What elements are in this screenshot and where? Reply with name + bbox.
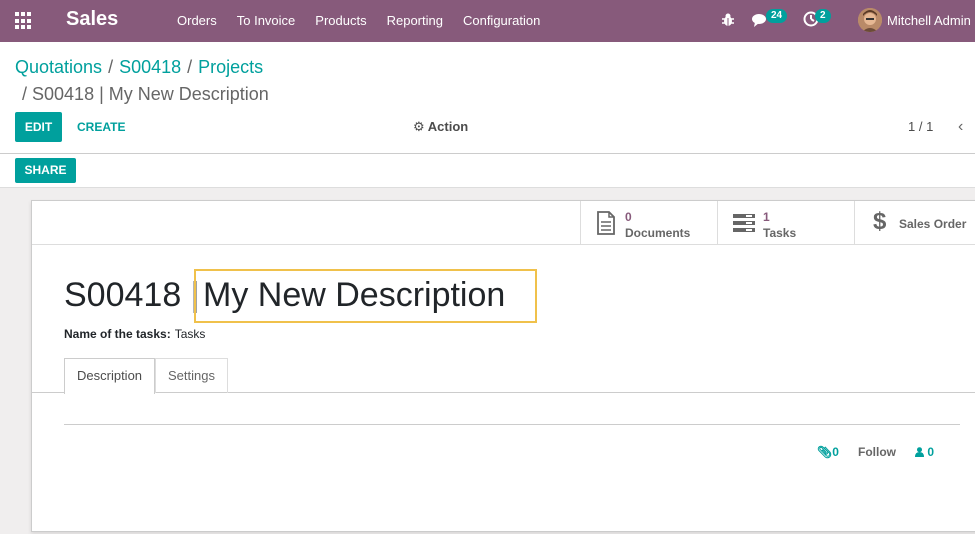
paperclip-icon: 📎︎ <box>817 445 833 459</box>
breadcrumb-quotations[interactable]: Quotations <box>15 57 102 77</box>
tasks-count: 1 <box>763 210 770 224</box>
control-panel: Quotations / S00418/Projects / S00418 | My… <box>0 42 975 154</box>
menu-item-reporting[interactable]: Reporting <box>377 0 453 42</box>
document-icon <box>597 211 615 235</box>
gear-icon: ⚙ <box>413 119 425 134</box>
action-menu-button[interactable]: ⚙ Action <box>413 112 468 142</box>
followers-count: 0 <box>927 445 935 459</box>
top-navbar: Sales Orders To Invoice Products Reporti… <box>0 0 975 42</box>
create-button[interactable]: CREATE <box>77 112 125 142</box>
menu-item-configuration[interactable]: Configuration <box>453 0 550 42</box>
breadcrumb-separator: / <box>22 84 33 104</box>
breadcrumb-order[interactable]: S00418 <box>119 57 181 77</box>
documents-stat-button[interactable]: 0 Documents <box>580 201 717 245</box>
breadcrumb-current-row: / S00418 | My New Description <box>22 84 269 105</box>
edit-button[interactable]: EDIT <box>15 112 62 142</box>
breadcrumb-current: S00418 | My New Description <box>32 84 269 104</box>
tab-description[interactable]: Description <box>64 358 156 394</box>
breadcrumb-separator: / <box>187 57 193 77</box>
bug-icon[interactable] <box>720 12 736 28</box>
breadcrumb-separator: / <box>108 57 114 77</box>
tab-settings[interactable]: Settings <box>155 358 228 393</box>
main-menu: Orders To Invoice Products Reporting Con… <box>167 0 550 42</box>
attachments-button[interactable]: 📎︎0 <box>817 445 839 459</box>
menu-item-orders[interactable]: Orders <box>167 0 227 42</box>
documents-count: 0 <box>625 210 632 224</box>
followers-button[interactable]: 0 <box>915 445 934 459</box>
follow-button[interactable]: Follow <box>858 445 896 459</box>
tasks-icon <box>733 214 755 232</box>
dollar-icon: $ <box>873 208 887 235</box>
pager-value[interactable]: 1 / 1 <box>908 112 933 142</box>
activities-count-badge: 2 <box>815 9 831 23</box>
title-input[interactable]: My New Description <box>203 276 505 315</box>
form-sheet: 0 Documents 1 Tasks $ Sales Order S00418… <box>31 200 975 532</box>
sales-order-stat-button[interactable]: $ Sales Order <box>854 201 975 245</box>
menu-item-products[interactable]: Products <box>305 0 376 42</box>
action-label: Action <box>427 119 469 134</box>
breadcrumb-projects[interactable]: Projects <box>198 57 263 77</box>
menu-item-to-invoice[interactable]: To Invoice <box>227 0 306 42</box>
messages-count-badge: 24 <box>766 9 788 23</box>
apps-menu-icon[interactable] <box>15 12 33 30</box>
stat-button-box: 0 Documents 1 Tasks $ Sales Order <box>32 201 975 245</box>
documents-label: Documents <box>625 226 691 240</box>
user-menu[interactable]: Mitchell Admin <box>887 13 971 28</box>
title-prefix: S00418 | <box>64 276 200 314</box>
share-button[interactable]: SHARE <box>15 158 76 183</box>
notebook-tabs: Description Settings <box>32 358 975 394</box>
avatar[interactable] <box>858 8 882 32</box>
user-icon <box>915 447 924 457</box>
breadcrumb: Quotations / S00418/Projects <box>15 57 263 78</box>
tasks-name-label: Name of the tasks: <box>64 327 171 341</box>
tasks-label: Tasks <box>763 226 797 240</box>
tasks-stat-button[interactable]: 1 Tasks <box>717 201 854 245</box>
sales-order-label: Sales Order <box>899 217 967 231</box>
tasks-name-value[interactable]: Tasks <box>175 327 206 341</box>
app-name[interactable]: Sales <box>66 8 118 31</box>
tasks-name-field: Name of the tasks: Tasks <box>64 327 205 341</box>
chevron-left-icon[interactable]: ‹ <box>958 112 963 142</box>
chatter-divider <box>64 424 960 425</box>
attachments-count: 0 <box>832 445 839 459</box>
share-bar: SHARE <box>0 154 975 188</box>
